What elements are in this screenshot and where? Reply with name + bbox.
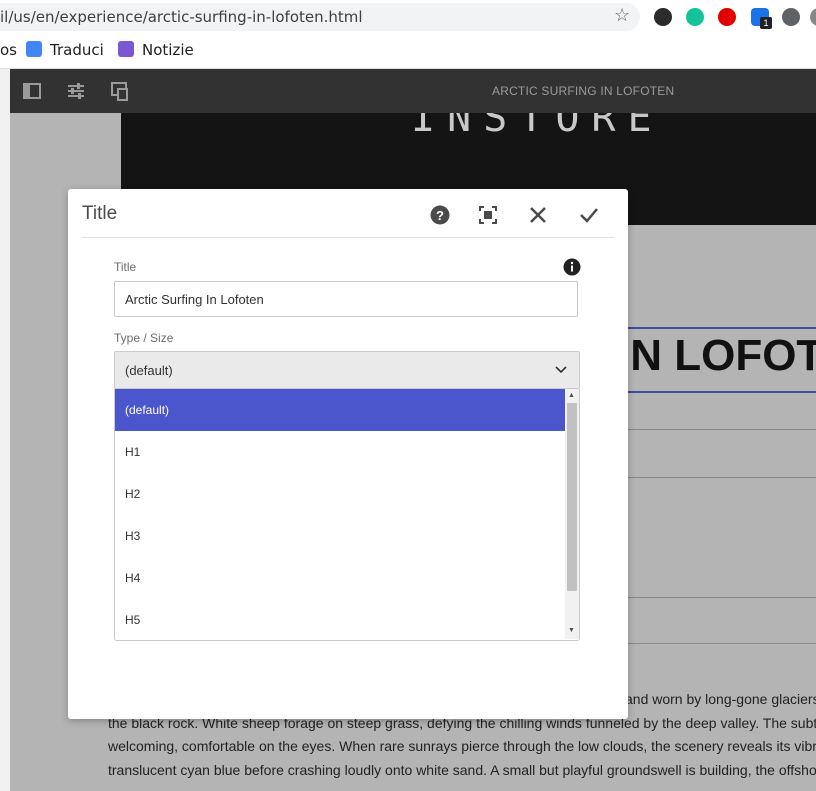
- option-default[interactable]: (default): [115, 389, 565, 431]
- hero-text: INSTORE: [411, 113, 664, 141]
- divider: [620, 597, 816, 598]
- dialog-header-separator: [82, 237, 614, 238]
- google-news-icon: [118, 41, 134, 57]
- divider: [620, 429, 816, 430]
- scroll-down-arrow-icon[interactable]: ▼: [568, 627, 575, 634]
- extension-puzzle-icon[interactable]: [782, 8, 800, 26]
- select-value: (default): [125, 363, 173, 378]
- fullscreen-icon[interactable]: [477, 204, 499, 226]
- grammarly-extension-icon[interactable]: [686, 8, 704, 26]
- scrollbar-thumb[interactable]: [567, 403, 577, 591]
- bookmarks-bar: os Traduci Notizie: [0, 35, 816, 69]
- title-component-dialog: Title ? Title Type / Size (default) (def…: [68, 189, 628, 719]
- page-properties-icon[interactable]: [66, 81, 86, 101]
- browser-address-bar: il/us/en/experience/arctic-surfing-in-lo…: [0, 0, 816, 35]
- chevron-down-icon: [555, 366, 567, 374]
- extension-e-icon[interactable]: [654, 8, 672, 26]
- option-h2[interactable]: H2: [115, 473, 565, 515]
- divider: [620, 643, 816, 644]
- title-rule-bottom: [620, 391, 816, 393]
- option-h3[interactable]: H3: [115, 515, 565, 557]
- done-checkmark-icon[interactable]: [578, 204, 600, 226]
- svg-text:?: ?: [436, 208, 444, 223]
- url-text[interactable]: il/us/en/experience/arctic-surfing-in-lo…: [0, 8, 363, 26]
- title-rule-top: [620, 327, 816, 329]
- article-line: welcoming, comfortable on the eyes. When…: [108, 738, 816, 754]
- extension-badge: 1: [760, 17, 772, 29]
- option-h5[interactable]: H5: [115, 599, 565, 640]
- scroll-up-arrow-icon[interactable]: ▲: [568, 392, 575, 399]
- title-field-label: Title: [114, 260, 137, 274]
- option-h1[interactable]: H1: [115, 431, 565, 473]
- info-icon[interactable]: [563, 258, 581, 276]
- page-heading: IN LOFOT: [618, 331, 816, 380]
- editor-toolbar: ARCTIC SURFING IN LOFOTEN: [10, 69, 816, 113]
- type-size-listbox: (default) H1 H2 H3 H4 H5 ▲ ▼: [114, 389, 580, 641]
- type-size-label: Type / Size: [114, 331, 174, 345]
- side-panel-toggle-icon[interactable]: [22, 81, 42, 101]
- extension-more-icon[interactable]: [810, 8, 816, 26]
- adblock-extension-icon[interactable]: [718, 8, 736, 26]
- bookmark-star-icon[interactable]: ☆: [614, 5, 630, 26]
- google-translate-icon: [26, 41, 42, 57]
- option-h4[interactable]: H4: [115, 557, 565, 599]
- type-size-select[interactable]: (default): [114, 351, 580, 389]
- article-line: translucent cyan blue before crashing lo…: [108, 761, 816, 778]
- side-panel-strip: [0, 69, 10, 791]
- bookmark-traduci[interactable]: Traduci: [26, 41, 104, 59]
- listbox-scrollbar[interactable]: ▲ ▼: [565, 389, 579, 639]
- title-input[interactable]: [114, 281, 578, 317]
- divider: [620, 477, 816, 478]
- close-icon[interactable]: [527, 204, 549, 226]
- editor-page-title: ARCTIC SURFING IN LOFOTEN: [492, 84, 675, 98]
- dialog-title: Title: [82, 203, 118, 224]
- help-icon[interactable]: ?: [429, 204, 451, 226]
- emulator-icon[interactable]: [110, 81, 130, 101]
- bookmark-item[interactable]: os: [0, 41, 17, 59]
- bookmark-notizie[interactable]: Notizie: [118, 41, 194, 59]
